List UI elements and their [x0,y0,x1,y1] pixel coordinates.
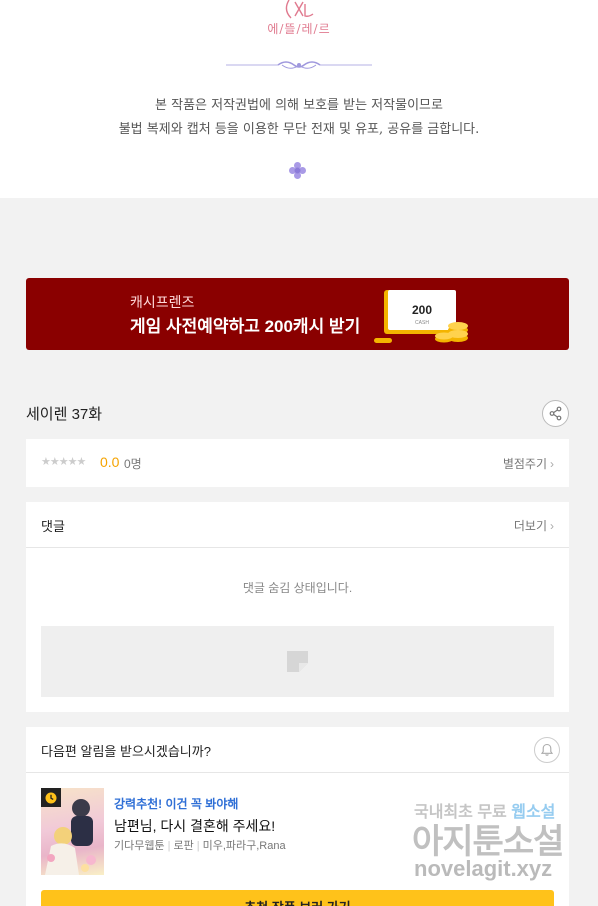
recommended-work-meta: 기다무웹툰 | 로판 | 미우,파라구,Rana [114,837,286,853]
rating-count: 0명 [124,457,142,471]
recommended-work-thumbnail[interactable] [41,788,104,875]
comments-title: 댓글 [41,519,65,534]
episode-title: 세이렌 37화 [26,406,103,423]
comments-more-label: 더보기 [513,519,547,533]
work-category: 기다무웹툰 [114,840,165,852]
publisher-logo-mark [285,0,314,19]
publisher-logo: 에/뜰/레/르 [0,0,598,37]
banner-headline: 게임 사전예약하고 200캐시 받기 [130,317,361,336]
placeholder-image-icon [287,651,308,672]
recommendation-label: 강력추천! 이건 꼭 봐야해 [114,797,239,811]
ornament-divider-icon [226,61,372,69]
work-genre: 로판 [173,840,194,852]
flower-icon [289,162,306,179]
meta-divider: | [196,840,200,852]
next-episode-header: 다음편 알림을 받으시겠습니까? [26,727,569,773]
cash-card-amount: 200 [412,303,432,317]
rating-card: ★★★★★ 0.0 0명 별점주기 › [26,439,569,487]
comments-card: 댓글 더보기 › 댓글 숨김 상태입니다. [26,502,569,712]
comments-more-button[interactable]: 더보기 › [514,517,554,534]
chevron-right-icon: › [550,457,554,471]
copyright-notice-line-1: 본 작품은 저작권법에 의해 보호를 받는 저작물이므로 [155,98,443,113]
work-authors: 미우,파라구,Rana [202,840,286,852]
publisher-logo-text: 에/뜰/레/르 [267,22,331,36]
share-icon [549,406,562,421]
wait-free-clock-icon [41,788,61,807]
copyright-section: 에/뜰/레/르 본 작품은 저작권법에 의해 보호를 받는 저작물이므로 불법 … [0,0,598,198]
next-episode-alert-question: 다음편 알림을 받으시겠습니까? [41,744,211,759]
notification-toggle-button[interactable] [534,737,560,763]
bell-icon [540,743,554,756]
banner-subtitle: 캐시프렌즈 [130,294,195,310]
watermark-url: novelagit.xyz [414,856,553,881]
rating-score: 0.0 [100,454,120,470]
rate-button[interactable]: 별점주기 › [503,455,554,472]
cash-card-label: CASH [415,320,429,326]
chevron-right-icon: › [550,519,554,533]
cash-promo-banner[interactable]: 캐시프렌즈 게임 사전예약하고 200캐시 받기 200 CASH [26,278,569,350]
share-button[interactable] [542,400,569,427]
cash-card-icon: 200 CASH [374,290,468,343]
recommended-work-title[interactable]: 남편님, 다시 결혼해 주세요! [114,816,275,836]
comment-input-placeholder[interactable] [41,626,554,697]
copyright-notice: 본 작품은 저작권법에 의해 보호를 받는 저작물이므로 불법 복제와 캡처 등… [0,94,598,142]
see-recommended-button[interactable]: 추천 작품 보러 가기 [41,890,554,906]
copyright-notice-line-2: 불법 복제와 캡처 등을 이용한 무단 전재 및 유포, 공유를 금합니다. [118,122,480,137]
rate-button-label: 별점주기 [502,457,547,471]
comments-hidden-notice: 댓글 숨김 상태입니다. [242,581,353,595]
rating-stars: ★★★★★ [41,455,86,468]
site-watermark: 국내최초 무료 웹소설 아지툰소설 novelagit.xyz [408,796,578,886]
meta-divider: | [167,840,171,852]
comments-header: 댓글 더보기 › [26,502,569,548]
